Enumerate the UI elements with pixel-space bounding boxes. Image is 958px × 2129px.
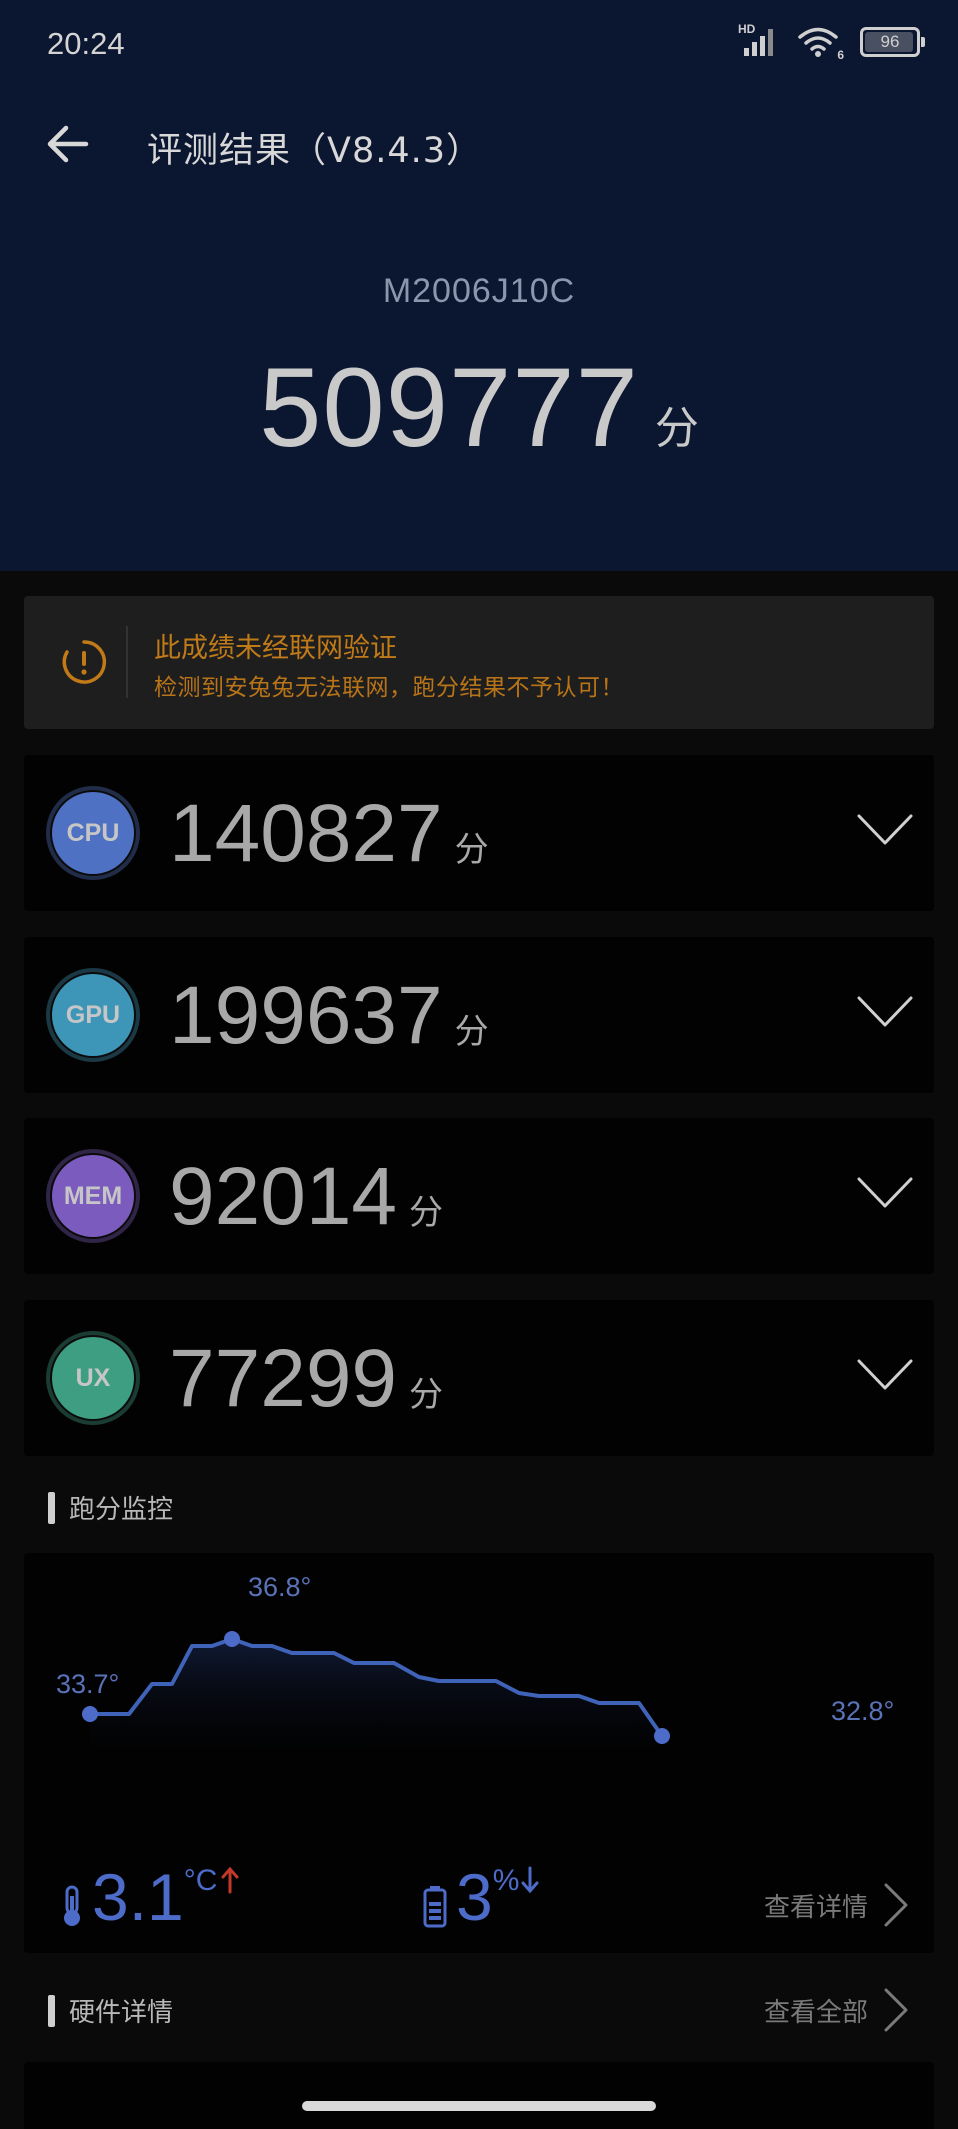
mem-score: 92014 分 <box>169 1156 443 1238</box>
arrow-down-icon <box>521 1866 539 1894</box>
hardware-title: 硬件详情 <box>69 1998 174 2028</box>
battery-drop-unit: % <box>492 1864 520 1897</box>
battery-drop-stat: 3 % <box>456 1864 539 1930</box>
gpu-badge-icon: GPU <box>46 968 140 1062</box>
score-card-ux[interactable]: UX 77299 分 <box>24 1300 934 1456</box>
temperature-chart <box>82 1631 670 1768</box>
score-card-mem[interactable]: MEM 92014 分 <box>24 1118 934 1274</box>
section-marker <box>48 1994 55 2027</box>
monitor-card: 33.7° 36.8° 32.8° 3.1 °C 3 % 查看详情 <box>24 1553 934 1953</box>
mem-badge-label: MEM <box>52 1155 134 1237</box>
chevron-right-icon <box>884 1883 908 1927</box>
battery-icon: 96 <box>860 27 925 57</box>
network-badge: HD <box>738 22 756 36</box>
total-score-unit: 分 <box>654 403 699 454</box>
temp-peak-label: 36.8° <box>248 1572 312 1602</box>
cpu-score-unit: 分 <box>454 830 489 870</box>
section-marker <box>48 1491 55 1524</box>
mem-score-value: 92014 <box>169 1151 398 1242</box>
chevron-down-icon[interactable] <box>856 1356 914 1394</box>
chevron-down-icon[interactable] <box>856 811 914 849</box>
ux-score: 77299 分 <box>169 1338 443 1420</box>
home-indicator[interactable] <box>302 2101 656 2111</box>
status-bar: 20:24 HD 6 96 <box>0 0 958 90</box>
thermometer-icon <box>64 1885 80 1926</box>
device-model: M2006J10C <box>382 272 576 310</box>
arrow-up-icon <box>221 1866 239 1894</box>
warning-title: 此成绩未经联网验证 <box>154 633 397 664</box>
mem-badge-icon: MEM <box>46 1149 140 1243</box>
chevron-down-icon[interactable] <box>856 993 914 1031</box>
temp-rise-unit: °C <box>183 1864 218 1897</box>
alert-circle-icon <box>62 640 107 684</box>
gpu-score-value: 199637 <box>169 970 443 1061</box>
back-button[interactable] <box>40 116 96 172</box>
top-app-bar: 评测结果（V8.4.3） <box>0 100 958 190</box>
section-title-monitor: 跑分监控 <box>48 1489 173 1526</box>
ux-score-value: 77299 <box>169 1333 398 1424</box>
cpu-badge-label: CPU <box>52 792 134 874</box>
warning-divider <box>126 626 128 698</box>
arrow-left-icon <box>47 125 89 163</box>
ux-score-unit: 分 <box>409 1375 444 1415</box>
temp-rise-value: 3.1 <box>92 1860 184 1934</box>
view-details-link[interactable]: 查看详情 <box>764 1881 912 1929</box>
gpu-badge-label: GPU <box>52 974 134 1056</box>
chevron-down-icon[interactable] <box>856 1174 914 1212</box>
mem-score-unit: 分 <box>409 1193 444 1233</box>
battery-icon <box>423 1886 447 1928</box>
temperature-area <box>90 1639 662 1768</box>
cpu-score: 140827 分 <box>169 793 489 875</box>
cpu-badge-icon: CPU <box>46 786 140 880</box>
warning-banner: 此成绩未经联网验证 检测到安兔兔无法联网，跑分结果不予认可！ <box>24 596 934 729</box>
temp-rise-stat: 3.1 °C <box>92 1864 239 1930</box>
score-card-gpu[interactable]: GPU 199637 分 <box>24 937 934 1093</box>
temp-end-label: 32.8° <box>831 1696 895 1726</box>
view-all-label: 查看全部 <box>763 1997 868 2028</box>
wifi-badge: 6 <box>837 48 844 62</box>
ux-badge-label: UX <box>52 1337 134 1419</box>
status-icons: HD 6 96 <box>738 22 925 62</box>
cpu-score-value: 140827 <box>169 788 443 879</box>
view-all-link[interactable]: 查看全部 <box>764 1986 912 2034</box>
total-score-block: 509777 分 <box>0 352 958 464</box>
temp-end-point <box>654 1728 670 1744</box>
score-card-cpu[interactable]: CPU 140827 分 <box>24 755 934 911</box>
monitor-title: 跑分监控 <box>69 1495 174 1525</box>
gpu-score: 199637 分 <box>169 975 489 1057</box>
status-time: 20:24 <box>47 26 125 61</box>
cellular-signal-icon: HD <box>738 22 780 58</box>
warning-subtitle: 检测到安兔兔无法联网，跑分结果不予认可！ <box>154 675 624 701</box>
battery-drop-value: 3 <box>456 1860 493 1934</box>
section-title-hardware: 硬件详情 <box>48 1992 173 2029</box>
ux-badge-icon: UX <box>46 1331 140 1425</box>
wifi-icon: 6 <box>798 26 844 62</box>
view-details-label: 查看详情 <box>763 1892 868 1923</box>
page-title: 评测结果（V8.4.3） <box>147 131 482 171</box>
temp-start-point <box>82 1706 98 1722</box>
hardware-card <box>24 2062 934 2129</box>
battery-level: 96 <box>880 32 900 51</box>
chevron-right-icon <box>884 1988 908 2032</box>
temp-start-label: 33.7° <box>56 1669 120 1699</box>
total-score: 509777 <box>259 345 639 470</box>
temp-peak-point <box>224 1631 240 1647</box>
gpu-score-unit: 分 <box>454 1012 489 1052</box>
